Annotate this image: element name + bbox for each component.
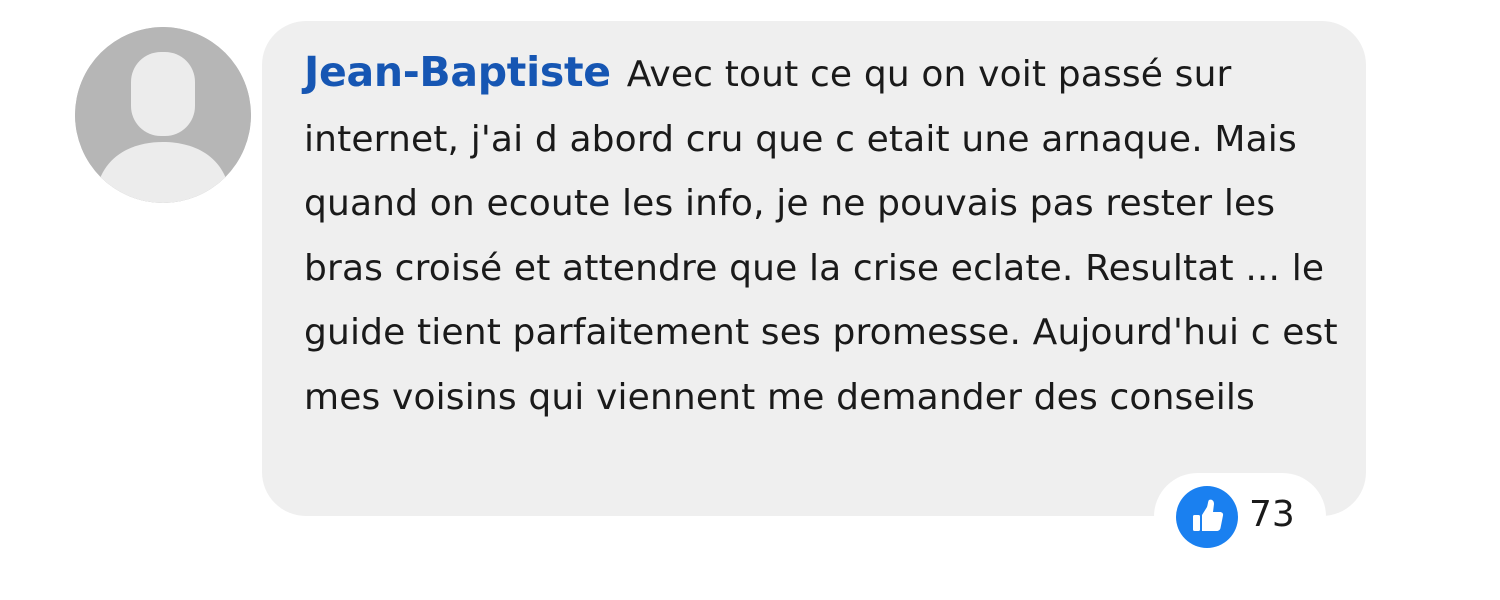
like-count: 73 <box>1249 494 1295 535</box>
comment-bubble: Jean-Baptiste Avec tout ce qu on voit pas… <box>262 21 1366 516</box>
default-profile-icon <box>75 27 251 203</box>
comment-text: Avec tout ce qu on voit passé sur intern… <box>304 54 1338 418</box>
comment-body: Jean-Baptiste Avec tout ce qu on voit pas… <box>304 40 1349 430</box>
avatar[interactable] <box>75 27 251 203</box>
thumbs-up-icon <box>1176 486 1238 548</box>
reactions-summary[interactable]: 73 <box>1154 473 1326 560</box>
comment-author[interactable]: Jean-Baptiste <box>304 48 611 96</box>
